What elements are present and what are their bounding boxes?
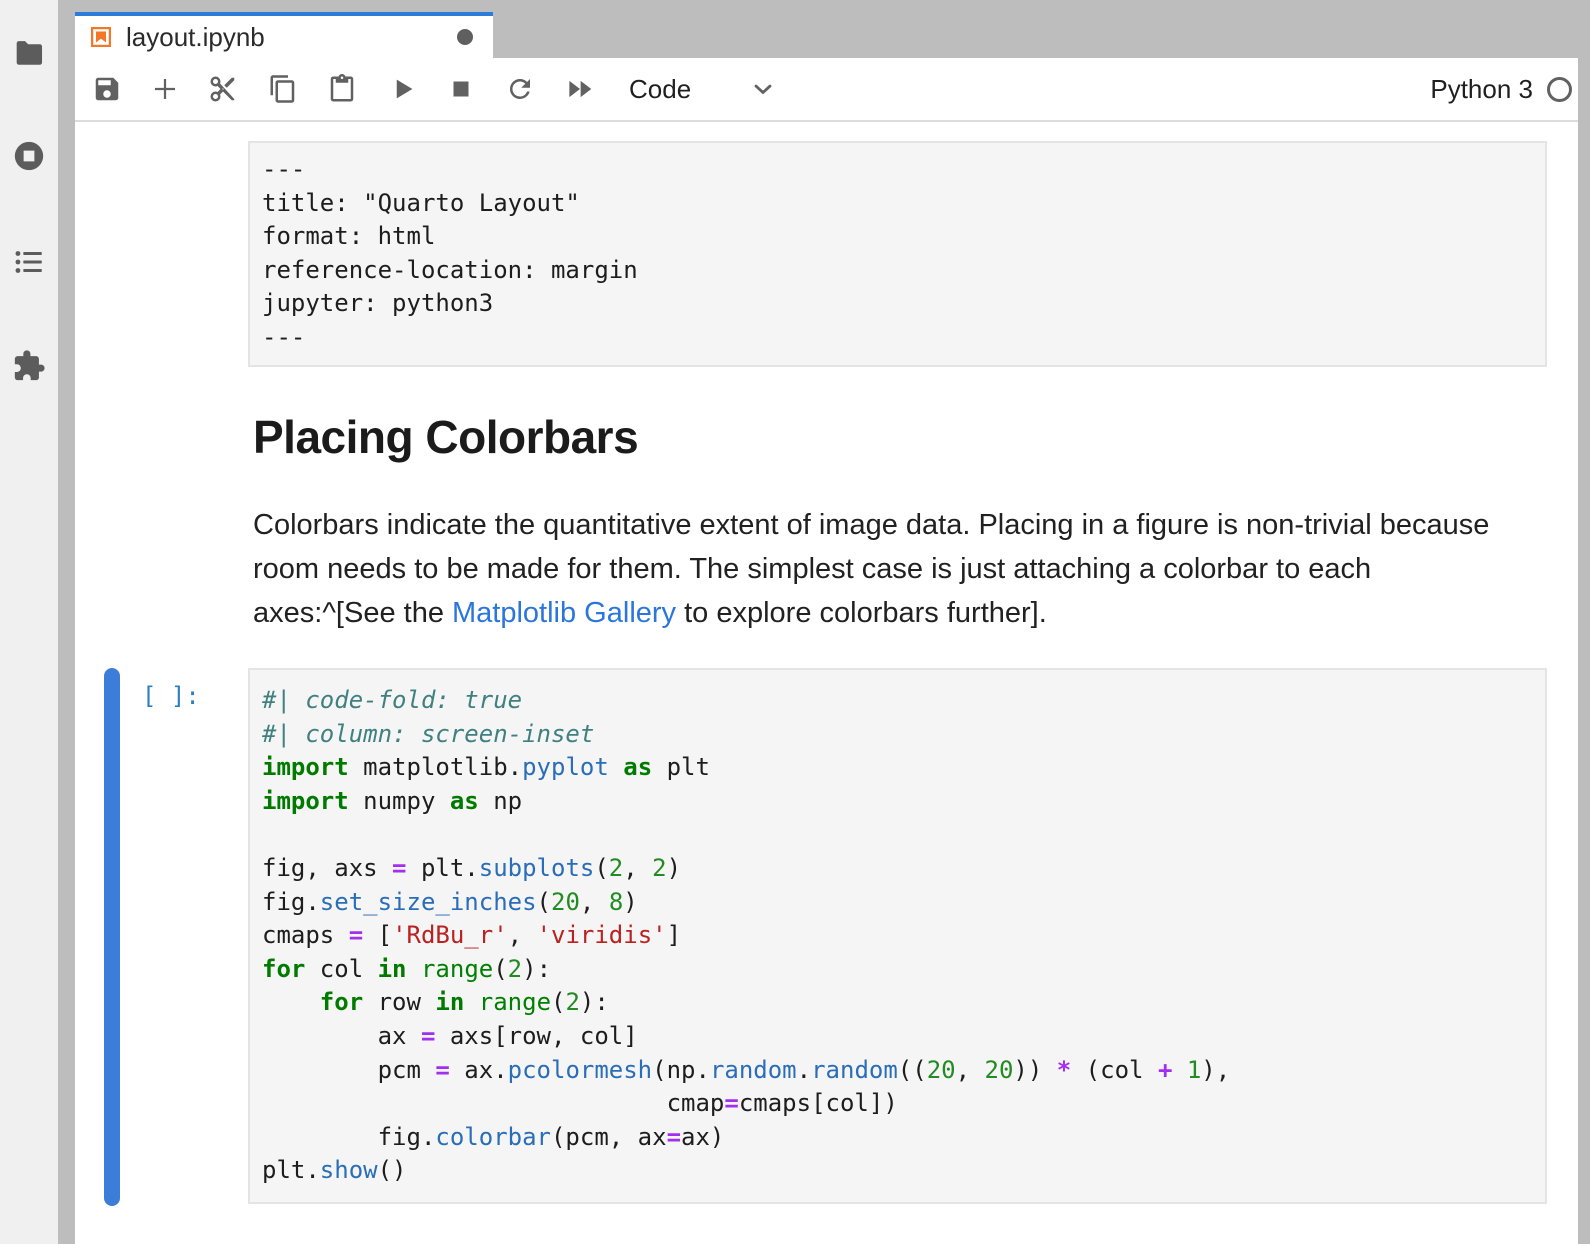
copy-icon	[268, 74, 298, 104]
active-cell-collapser[interactable]	[104, 668, 120, 1206]
paragraph-text: Colorbars indicate the quantitative exte…	[253, 509, 1489, 541]
raw-cell-line: ---	[262, 321, 1533, 355]
activity-sidebar	[0, 0, 58, 1244]
kernel-indicator[interactable]: Python 3	[1430, 74, 1572, 105]
scissors-icon	[208, 74, 238, 104]
notebook-toolbar: Code Python 3	[75, 58, 1578, 122]
paste-cell-button[interactable]	[325, 72, 359, 106]
unsaved-changes-dot[interactable]	[457, 29, 473, 45]
save-icon	[92, 74, 122, 104]
tab-layout-ipynb[interactable]: layout.ipynb	[75, 12, 493, 58]
paragraph-line: Colorbars indicate the quantitative exte…	[253, 503, 1552, 547]
refresh-icon	[505, 74, 535, 104]
paragraph-text: to explore colorbars further].	[676, 597, 1047, 629]
insert-cell-button[interactable]	[148, 72, 182, 106]
paragraph-line: axes:^[See the Matplotlib Gallery to exp…	[253, 591, 1552, 635]
code-line: fig.colorbar(pcm, ax=ax)	[262, 1121, 1533, 1155]
raw-cell-editor[interactable]: ---title: "Quarto Layout"format: htmlref…	[248, 141, 1547, 367]
copy-cell-button[interactable]	[266, 72, 300, 106]
raw-cell-line: format: html	[262, 220, 1533, 254]
play-icon	[388, 74, 418, 104]
list-icon	[12, 245, 46, 279]
tab-title: layout.ipynb	[126, 22, 265, 53]
kernel-status-icon	[1547, 77, 1572, 102]
code-line: cmap=cmaps[col])	[262, 1087, 1533, 1121]
table-of-contents-tab[interactable]	[12, 245, 46, 279]
code-cell-editor[interactable]: #| code-fold: true#| column: screen-inse…	[248, 668, 1547, 1204]
raw-cell-line: title: "Quarto Layout"	[262, 187, 1533, 221]
code-line: #| column: screen-inset	[262, 718, 1533, 752]
interrupt-kernel-button[interactable]	[444, 72, 478, 106]
running-sessions-tab[interactable]	[12, 139, 46, 173]
restart-kernel-button[interactable]	[503, 72, 537, 106]
run-cell-button[interactable]	[386, 72, 420, 106]
stop-circle-icon	[12, 139, 46, 173]
kernel-name: Python 3	[1430, 74, 1533, 105]
cell-input-prompt: [ ]:	[142, 682, 200, 710]
code-line: pcm = ax.pcolormesh(np.random.random((20…	[262, 1054, 1533, 1088]
code-line: #| code-fold: true	[262, 684, 1533, 718]
restart-run-all-button[interactable]	[563, 72, 597, 106]
file-browser-tab[interactable]	[12, 36, 46, 70]
code-line: fig, axs = plt.subplots(2, 2)	[262, 852, 1533, 886]
notebook-panel: ---title: "Quarto Layout"format: htmlref…	[75, 122, 1578, 1244]
raw-cell-line: ---	[262, 153, 1533, 187]
save-button[interactable]	[90, 72, 124, 106]
fast-forward-icon	[565, 74, 595, 104]
cell-type-value: Code	[629, 74, 691, 105]
extension-manager-tab[interactable]	[12, 349, 46, 383]
raw-cell-line: reference-location: margin	[262, 254, 1533, 288]
paragraph-line: room needs to be made for them. The simp…	[253, 547, 1552, 591]
stop-square-icon	[446, 74, 476, 104]
code-line	[262, 818, 1533, 852]
code-line: plt.show()	[262, 1154, 1533, 1188]
chevron-down-icon	[749, 75, 777, 103]
markdown-heading: Placing Colorbars	[253, 410, 638, 464]
code-line: ax = axs[row, col]	[262, 1020, 1533, 1054]
matplotlib-gallery-link[interactable]: Matplotlib Gallery	[452, 597, 676, 629]
cell-type-dropdown[interactable]: Code	[629, 74, 777, 105]
code-line: import numpy as np	[262, 785, 1533, 819]
notebook-icon	[91, 27, 111, 47]
code-line: for row in range(2):	[262, 986, 1533, 1020]
plus-icon	[150, 74, 180, 104]
markdown-paragraph: Colorbars indicate the quantitative exte…	[253, 503, 1552, 635]
code-line: cmaps = ['RdBu_r', 'viridis']	[262, 919, 1533, 953]
folder-icon	[12, 36, 46, 70]
code-line: import matplotlib.pyplot as plt	[262, 751, 1533, 785]
puzzle-icon	[12, 349, 46, 383]
paragraph-text: room needs to be made for them. The simp…	[253, 553, 1371, 585]
code-line: fig.set_size_inches(20, 8)	[262, 886, 1533, 920]
clipboard-icon	[327, 74, 357, 104]
paragraph-text: axes:^[See the	[253, 597, 452, 629]
cut-cell-button[interactable]	[206, 72, 240, 106]
raw-cell-line: jupyter: python3	[262, 287, 1533, 321]
code-line: for col in range(2):	[262, 953, 1533, 987]
